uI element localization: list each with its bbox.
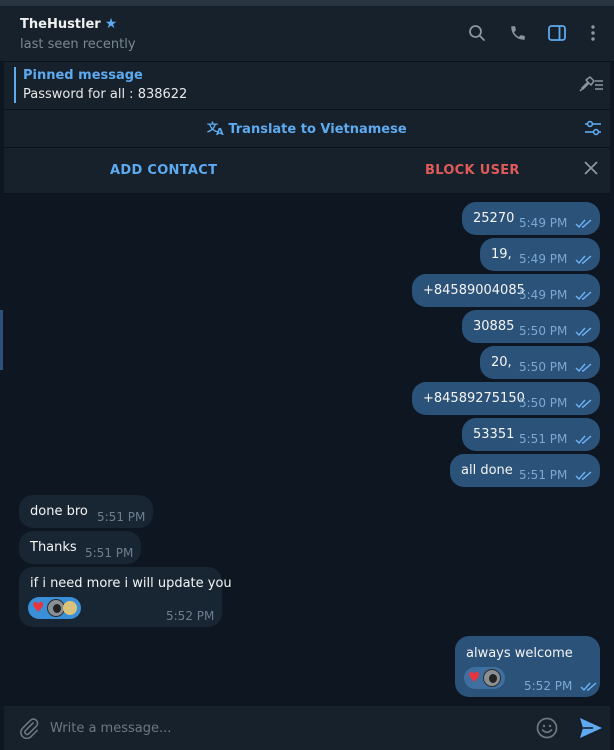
read-checks-icon — [575, 326, 593, 341]
message-bubble-incoming[interactable]: if i need more i will update you ♥ 5:52 … — [19, 567, 232, 627]
attach-icon[interactable] — [18, 717, 40, 743]
pinned-text: Password for all : 838622 — [23, 87, 188, 102]
read-checks-icon — [575, 290, 593, 305]
heart-reaction-icon: ♥ — [32, 600, 45, 616]
sidebar-toggle-icon[interactable] — [546, 22, 568, 44]
reaction-pill[interactable]: ♥ — [464, 667, 505, 689]
add-contact-button[interactable]: ADD CONTACT — [110, 163, 217, 178]
telegram-chat-window: { "header": { "name": "TheHustler", "sta… — [0, 0, 614, 750]
message-time: 5:51 PM — [97, 510, 146, 524]
message-bubble-outgoing[interactable]: +84589275150 5:50 PM — [412, 382, 600, 415]
message-text: 53351 — [473, 427, 515, 442]
message-time: 5:50 PM — [519, 360, 568, 374]
message-time: 5:49 PM — [519, 216, 568, 230]
premium-star-icon: ★ — [104, 16, 118, 32]
more-vert-icon[interactable] — [582, 22, 604, 44]
message-text: 20, — [491, 355, 512, 370]
heart-reaction-icon: ♥ — [468, 670, 481, 686]
message-bubble-outgoing[interactable]: 25270 5:49 PM — [462, 202, 600, 235]
message-input[interactable] — [50, 717, 510, 739]
message-time: 5:51 PM — [519, 432, 568, 446]
message-text: all done — [461, 463, 513, 478]
window-edge-indicator — [0, 310, 3, 370]
reaction-pill[interactable]: ♥ — [28, 597, 81, 619]
translate-button[interactable]: 文A Translate to Vietnamese — [4, 120, 610, 140]
read-checks-icon — [575, 470, 593, 485]
message-composer — [4, 706, 610, 750]
pinned-title: Pinned message — [23, 68, 143, 83]
message-time: 5:49 PM — [519, 252, 568, 266]
message-bubble-outgoing[interactable]: all done 5:51 PM — [450, 454, 600, 487]
svg-text:A: A — [216, 127, 224, 136]
chat-header[interactable]: TheHustler ★ last seen recently — [0, 6, 614, 62]
reactor-avatar — [482, 669, 501, 687]
message-text: 19, — [491, 247, 512, 262]
message-bubble-outgoing[interactable]: 20, 5:50 PM — [480, 346, 600, 379]
message-text: Thanks — [30, 540, 77, 555]
translate-settings-icon[interactable] — [584, 120, 602, 140]
translate-icon: 文A — [207, 120, 225, 140]
message-bubble-outgoing[interactable]: always welcome ♥ 5:52 PM — [455, 636, 600, 697]
phone-icon[interactable] — [507, 22, 529, 44]
message-time: 5:51 PM — [85, 546, 134, 560]
translate-label: Translate to Vietnamese — [228, 122, 407, 137]
emoji-icon[interactable] — [536, 717, 558, 743]
message-text: 25270 — [473, 211, 515, 226]
message-text: +84589004085 — [423, 283, 525, 298]
message-text: if i need more i will update you — [30, 576, 232, 591]
message-time: 5:52 PM — [166, 609, 215, 623]
message-bubble-outgoing[interactable]: 19, 5:49 PM — [480, 238, 600, 271]
message-bubble-incoming[interactable]: Thanks 5:51 PM — [19, 531, 141, 564]
search-icon[interactable] — [466, 22, 488, 44]
contact-name-row[interactable]: TheHustler ★ — [20, 16, 117, 32]
contact-actions-bar: ADD CONTACT BLOCK USER — [4, 148, 610, 194]
read-checks-icon — [575, 218, 593, 233]
read-checks-icon — [575, 434, 593, 449]
read-checks-icon — [575, 398, 593, 413]
message-bubble-outgoing[interactable]: +84589004085 5:49 PM — [412, 274, 600, 307]
message-text: done bro — [30, 504, 88, 519]
block-user-button[interactable]: BLOCK USER — [425, 163, 520, 178]
reactor-avatar — [62, 601, 77, 615]
read-checks-icon — [575, 362, 593, 377]
reactor-avatar — [46, 599, 65, 617]
message-bubble-outgoing[interactable]: 30885 5:50 PM — [462, 310, 600, 343]
message-time: 5:50 PM — [519, 396, 568, 410]
read-checks-icon — [580, 681, 598, 696]
pinned-accent-bar — [14, 67, 16, 103]
pinned-message-bar[interactable]: Pinned message Password for all : 838622 — [4, 62, 610, 110]
contact-name[interactable]: TheHustler — [20, 17, 101, 32]
message-time: 5:50 PM — [519, 324, 568, 338]
message-list[interactable]: 25270 5:49 PM 19, 5:49 PM +84589004085 5… — [4, 195, 610, 705]
message-bubble-incoming[interactable]: done bro 5:51 PM — [19, 495, 153, 528]
message-time: 5:51 PM — [519, 468, 568, 482]
message-time: 5:52 PM — [524, 679, 573, 693]
message-bubble-outgoing[interactable]: 53351 5:51 PM — [462, 418, 600, 451]
read-checks-icon — [575, 254, 593, 269]
message-text: always welcome — [466, 646, 573, 661]
unpin-icon[interactable] — [578, 74, 604, 98]
message-time: 5:49 PM — [519, 288, 568, 302]
contact-status: last seen recently — [20, 37, 136, 52]
send-icon[interactable] — [579, 717, 603, 743]
message-text: +84589275150 — [423, 391, 525, 406]
translate-bar: 文A Translate to Vietnamese — [4, 110, 610, 148]
close-icon[interactable] — [584, 160, 598, 179]
message-text: 30885 — [473, 319, 515, 334]
